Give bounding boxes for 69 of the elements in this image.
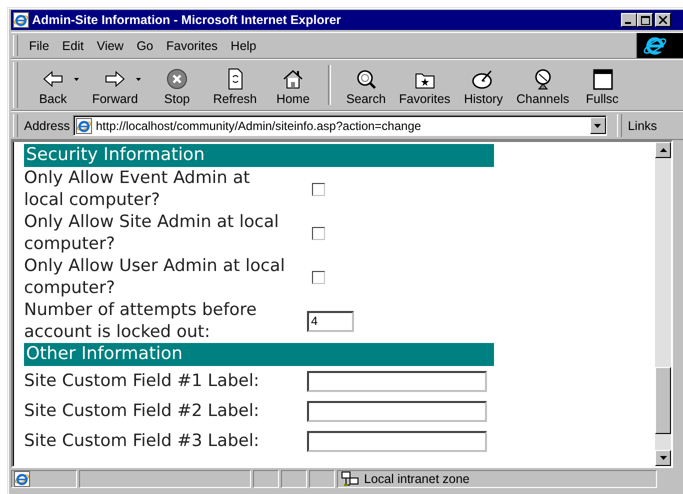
- address-field[interactable]: http://localhost/community/Admin/siteinfo.asp?action=change: [72, 115, 607, 136]
- menu-item[interactable]: Help: [226, 38, 264, 52]
- history-button[interactable]: History: [454, 66, 512, 110]
- menu-item[interactable]: View: [92, 38, 132, 52]
- up-arrow-icon: [660, 148, 666, 152]
- maximize-button[interactable]: [637, 13, 653, 27]
- stop-button[interactable]: Stop: [148, 66, 206, 110]
- section-header: Other Information: [24, 343, 494, 366]
- status-pane: [309, 470, 335, 488]
- vertical-scrollbar[interactable]: [655, 142, 671, 466]
- input-field[interactable]: 4: [307, 310, 354, 332]
- zone-label: Local intranet zone: [364, 472, 470, 486]
- caret-icon: [136, 78, 140, 80]
- forward-button[interactable]: Forward: [86, 66, 144, 110]
- maximize-icon: [640, 16, 650, 24]
- toolbar-grip: [616, 114, 622, 137]
- toolbar-grip: [13, 62, 18, 108]
- stop-icon: [165, 68, 189, 90]
- input-field[interactable]: [307, 400, 487, 422]
- field-label: Only Allow User Admin at local computer?: [24, 255, 286, 299]
- dropdown-button[interactable]: [590, 117, 606, 134]
- scroll-thumb[interactable]: [655, 367, 671, 434]
- search-button[interactable]: Search: [337, 66, 395, 110]
- close-button[interactable]: [655, 13, 671, 27]
- section-header: Security Information: [24, 144, 494, 167]
- checkbox[interactable]: [312, 270, 325, 284]
- field-label: Site Custom Field #2 Label:: [24, 400, 260, 422]
- input-field[interactable]: [307, 430, 487, 452]
- field-label: Only Allow Site Admin at local computer?: [24, 211, 280, 255]
- house-icon: [281, 68, 305, 90]
- dropdown-button[interactable]: [72, 76, 80, 82]
- menu-item[interactable]: Favorites: [161, 38, 226, 52]
- scroll-down-button[interactable]: [655, 450, 671, 466]
- network-computers-icon: [341, 471, 359, 487]
- down-arrow-icon: [660, 456, 666, 460]
- toolbar-grip: [13, 114, 18, 137]
- refresh-button[interactable]: Refresh: [206, 66, 264, 110]
- channels-button[interactable]: Channels: [512, 66, 574, 110]
- field-label: Only Allow Event Admin at local computer?: [24, 167, 251, 211]
- field-label: Site Custom Field #1 Label:: [24, 370, 260, 392]
- favorites-button[interactable]: Favorites: [395, 66, 454, 110]
- menu-item[interactable]: File: [24, 38, 58, 52]
- address-label: Address: [24, 118, 70, 132]
- page-globe-icon: [76, 118, 92, 134]
- close-icon: [659, 16, 667, 24]
- left-arrow-icon: [41, 68, 65, 90]
- window-title: Admin-Site Information - Microsoft Internet Explorer: [32, 13, 342, 27]
- menu-item[interactable]: Edit: [57, 38, 92, 52]
- field-label: Number of attempts before account is locked out:: [24, 299, 258, 343]
- links-button[interactable]: Links: [628, 118, 658, 132]
- field-label: Site Custom Field #3 Label:: [24, 430, 260, 452]
- caret-icon: [594, 124, 602, 128]
- checkbox[interactable]: [312, 226, 325, 240]
- status-pane: [281, 470, 307, 488]
- home-button[interactable]: Home: [264, 66, 322, 110]
- checkbox[interactable]: [312, 182, 325, 196]
- scroll-up-button[interactable]: [655, 142, 671, 158]
- menu-item[interactable]: Go: [132, 38, 162, 52]
- page-globe-icon: [14, 471, 30, 487]
- back-button[interactable]: Back: [24, 66, 82, 110]
- minimize-button[interactable]: [621, 13, 637, 27]
- fullscreen-button[interactable]: Fullsc: [573, 66, 632, 110]
- input-field[interactable]: [307, 370, 487, 392]
- right-arrow-icon: [103, 68, 127, 90]
- status-pane: [253, 470, 279, 488]
- globe-page-icon: [13, 12, 29, 28]
- toolbar-grip: [13, 35, 18, 56]
- dropdown-button[interactable]: [134, 76, 142, 82]
- caret-icon: [74, 78, 78, 80]
